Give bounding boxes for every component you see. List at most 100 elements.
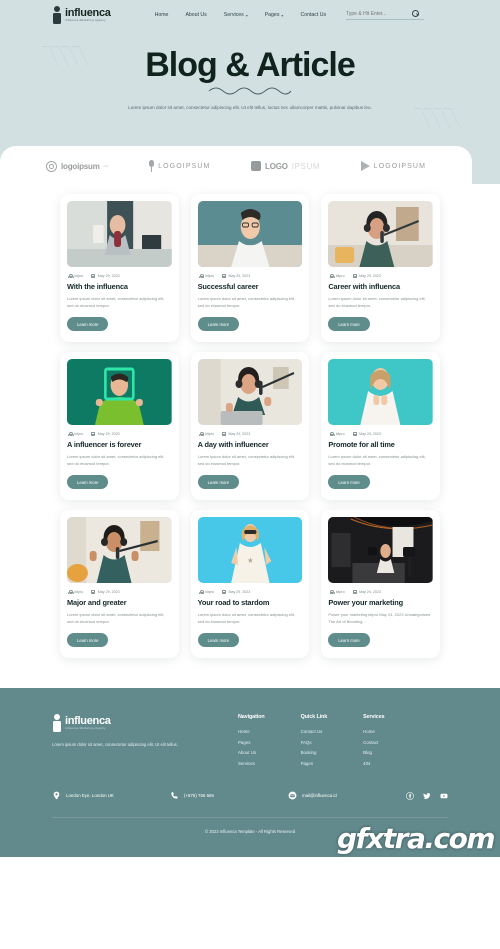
calendar-icon: [91, 274, 96, 279]
card-thumbnail[interactable]: [328, 517, 433, 584]
blog-card[interactable]: kitpro May 29, 2023 With the influenca L…: [60, 194, 179, 343]
twitter-icon[interactable]: [423, 792, 431, 800]
card-author: kitpro: [329, 590, 345, 595]
page-title: Blog & Article: [145, 46, 356, 84]
client-logo-label: LOGOIPSUM: [373, 162, 426, 170]
nav-label: Services: [223, 12, 244, 18]
learn-more-button[interactable]: Learn more: [197, 317, 240, 332]
footer-logo[interactable]: influenca influence Marketing Agency: [52, 714, 202, 733]
learn-more-button[interactable]: Learn more: [67, 317, 109, 332]
card-excerpt: Lorem ipsum dolor sit amet, consectetur …: [197, 454, 296, 467]
main-nav: Home About Us Services ▾ Pages ▾ Contact U…: [155, 12, 327, 18]
author-name: kitpro: [335, 274, 345, 279]
user-icon: [329, 590, 335, 595]
blog-card[interactable]: kitpro May 29, 2023 Promote for all time…: [321, 352, 440, 501]
card-thumbnail[interactable]: [328, 201, 433, 268]
logo-mark-icon: [52, 714, 61, 733]
learn-more-button[interactable]: Learn more: [328, 633, 370, 648]
footer-link-home-services[interactable]: Home: [363, 729, 384, 734]
card-meta: kitpro May 29, 2023: [198, 432, 303, 437]
nav-item-home[interactable]: Home: [155, 12, 169, 18]
footer-link-blog[interactable]: Blog: [363, 750, 384, 755]
learn-more-button[interactable]: Learn more: [67, 633, 109, 648]
learn-more-button[interactable]: Learn more: [67, 475, 109, 490]
card-thumbnail[interactable]: [328, 359, 433, 426]
card-title[interactable]: Major and greater: [67, 598, 172, 607]
card-title[interactable]: A influencer is forever: [67, 440, 172, 449]
footer-logo-tagline: influence Marketing Agency: [65, 727, 106, 731]
top-navigation-bar: influenca influence Marketing Agency Hom…: [0, 0, 500, 30]
search-input[interactable]: [346, 10, 405, 17]
svg-text:★: ★: [247, 556, 254, 566]
card-excerpt: Lorem ipsum dolor sit amet, consectetur …: [67, 612, 165, 625]
facebook-icon[interactable]: [406, 792, 414, 800]
nav-item-contact-us[interactable]: Contact Us: [300, 12, 326, 18]
blog-card-grid: kitpro May 29, 2023 With the influenca L…: [0, 184, 500, 689]
calendar-icon: [221, 432, 226, 437]
site-logo[interactable]: influenca influence Marketing Agency: [52, 6, 111, 24]
blog-card[interactable]: kitpro May 29, 2023 A influencer is fore…: [60, 352, 179, 501]
learn-more-button[interactable]: Learn more: [328, 317, 370, 332]
nav-item-pages[interactable]: Pages ▾: [265, 12, 284, 18]
nav-item-services[interactable]: Services ▾: [224, 12, 248, 18]
footer-link-contact-us[interactable]: Contact Us: [301, 729, 328, 734]
calendar-icon: [221, 274, 226, 279]
footer-link-faqs[interactable]: FAQs: [301, 740, 328, 745]
card-thumbnail[interactable]: [67, 517, 172, 584]
card-date: May 29, 2023: [352, 432, 381, 437]
footer-link-services[interactable]: Services: [238, 761, 265, 766]
calendar-icon: [352, 274, 357, 279]
card-author: kitpro: [199, 432, 214, 436]
logo-tagline: influence Marketing Agency: [65, 18, 106, 22]
footer-link-booking[interactable]: Booking: [301, 750, 328, 755]
footer-link-404[interactable]: 404: [363, 761, 384, 766]
date-text: May 29, 2023: [228, 590, 251, 595]
card-thumbnail[interactable]: [67, 359, 172, 426]
footer-link-home[interactable]: Home: [238, 729, 265, 734]
card-thumbnail[interactable]: ★: [197, 517, 303, 584]
card-thumbnail[interactable]: [197, 201, 303, 268]
watermark: gfxtra.com: [336, 822, 496, 856]
footer-link-pages-quick[interactable]: Pages: [301, 761, 328, 766]
blog-card[interactable]: ★ kitpro May 29, 2023 Your road to stard…: [190, 510, 310, 659]
microphone-icon: [149, 160, 155, 173]
search-box[interactable]: [346, 10, 425, 20]
learn-more-button[interactable]: Learn more: [197, 475, 240, 490]
card-title[interactable]: Successful career: [198, 282, 303, 291]
card-excerpt: Lorem ipsum dolor sit amet, consectetur …: [197, 296, 296, 309]
footer-link-about-us[interactable]: About Us: [238, 750, 265, 755]
user-icon: [199, 590, 205, 595]
blog-card[interactable]: kitpro May 29, 2023 Career with influenc…: [321, 194, 440, 343]
card-title[interactable]: Promote for all time: [328, 440, 433, 449]
learn-more-button[interactable]: Learn more: [197, 633, 240, 648]
author-name: kitpro: [335, 432, 345, 437]
footer-phone[interactable]: (+876) 765 665: [170, 791, 288, 800]
footer-about: influenca influence Marketing Agency Lor…: [52, 714, 202, 771]
blog-card[interactable]: kitpro May 29, 2023 Successful career Lo…: [190, 194, 310, 343]
blog-card[interactable]: kitpro May 29, 2023 A day with influence…: [190, 352, 310, 501]
blog-card[interactable]: kitpro May 29, 2023 Major and greater Lo…: [60, 510, 179, 659]
learn-more-button[interactable]: Learn more: [328, 475, 370, 490]
card-title[interactable]: Your road to stardom: [198, 598, 303, 607]
youtube-icon[interactable]: [440, 792, 448, 800]
client-logo-label: LOGO: [265, 161, 288, 171]
card-title[interactable]: Power your marketing: [328, 598, 433, 607]
user-icon: [199, 432, 205, 437]
blog-card[interactable]: kitpro May 24, 2023 Power your marketing…: [321, 510, 440, 659]
card-thumbnail[interactable]: [197, 359, 303, 426]
card-title[interactable]: Career with influenca: [328, 282, 433, 291]
card-title[interactable]: With the influenca: [67, 282, 172, 291]
footer-link-contact[interactable]: Contact: [363, 740, 384, 745]
nav-item-about-us[interactable]: About Us: [185, 12, 206, 18]
footer-link-pages[interactable]: Pages: [238, 740, 265, 745]
card-thumbnail[interactable]: [67, 201, 172, 268]
card-author: kitpro: [199, 274, 214, 278]
chevron-down-icon: ▾: [245, 12, 248, 18]
author-name: kitpro: [335, 590, 345, 595]
card-title[interactable]: A day with influencer: [198, 440, 303, 449]
client-logo-3: LOGO IPSUM: [251, 161, 320, 172]
user-icon: [68, 274, 74, 279]
footer-address[interactable]: London Eye, London UK: [52, 791, 170, 800]
search-icon[interactable]: [412, 10, 420, 17]
footer-email[interactable]: mail@influenca.id: [288, 791, 406, 800]
